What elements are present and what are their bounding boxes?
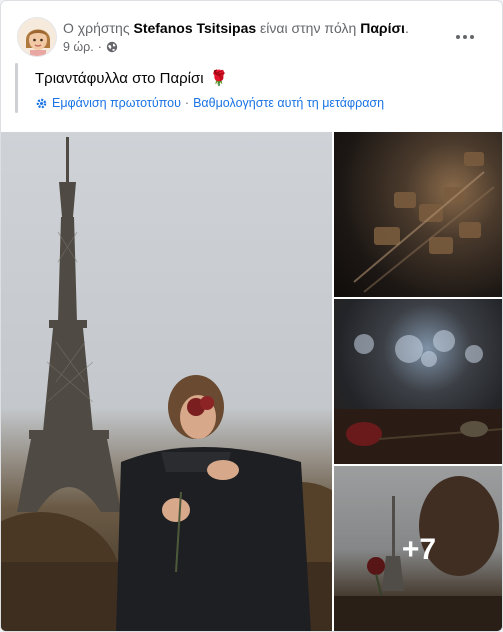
header-middle: είναι στην πόλη [256, 20, 361, 36]
photo-thumbnail-2-image [334, 330, 502, 464]
globe-icon [106, 41, 118, 53]
photo-thumbnail-1[interactable] [334, 132, 502, 297]
translation-options: Εμφάνιση πρωτοτύπου · Βαθμολογήστε αυτή … [35, 96, 384, 110]
place-link[interactable]: Παρίσι [360, 20, 405, 36]
post-card: Ο χρήστης Stefanos Tsitsipas είναι στην … [0, 0, 503, 632]
photo-main-image [1, 137, 332, 631]
header-suffix: . [404, 20, 409, 36]
translation-quote-bar [15, 63, 18, 113]
rose-emoji: 🌹 [209, 70, 229, 87]
show-original-link[interactable]: Εμφάνιση πρωτοτύπου [52, 96, 181, 110]
rate-translation-link[interactable]: Βαθμολογήστε αυτή τη μετάφραση [193, 96, 384, 110]
avatar-illustration [18, 18, 56, 56]
gear-icon [35, 97, 48, 110]
author-name-link[interactable]: Stefanos Tsitsipas [133, 20, 256, 36]
more-options-icon[interactable] [450, 27, 480, 47]
post-text: Τριαντάφυλλα στο Παρίσι 🌹 [35, 69, 229, 88]
translation-separator: · [184, 96, 190, 110]
more-photos-count[interactable]: +7 [334, 466, 502, 631]
photo-thumbnail-1-image [353, 152, 495, 293]
photo-thumbnail-2[interactable] [334, 299, 502, 464]
header-prefix: Ο χρήστης [63, 20, 134, 36]
post-meta: 9 ώρ. · [63, 40, 118, 54]
photo-thumbnail-3[interactable]: +7 [334, 466, 502, 631]
post-timestamp[interactable]: 9 ώρ. [63, 40, 94, 54]
meta-dot: · [97, 40, 102, 54]
post-header-text: Ο χρήστης Stefanos Tsitsipas είναι στην … [63, 19, 409, 37]
author-avatar[interactable] [17, 17, 57, 57]
photo-main[interactable] [1, 132, 332, 631]
post-text-content: Τριαντάφυλλα στο Παρίσι [35, 69, 204, 87]
